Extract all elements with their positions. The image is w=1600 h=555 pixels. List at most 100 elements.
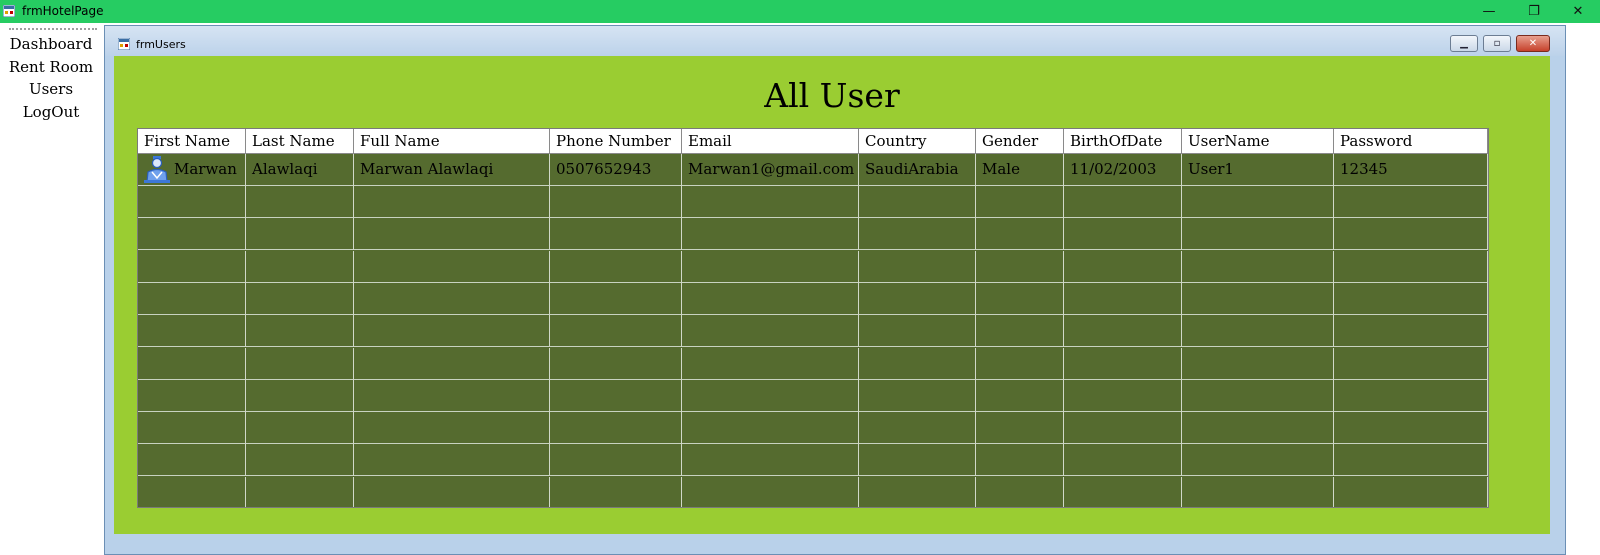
empty-cell[interactable] <box>138 444 246 477</box>
empty-cell[interactable] <box>138 476 246 507</box>
empty-cell[interactable] <box>1182 347 1334 380</box>
users-data-grid[interactable]: First Name Last Name Full Name Phone Num… <box>137 128 1489 508</box>
empty-cell[interactable] <box>682 476 859 507</box>
app-restore-button[interactable]: ❐ <box>1512 0 1556 23</box>
empty-cell[interactable] <box>550 412 682 445</box>
empty-cell[interactable] <box>1064 218 1182 251</box>
empty-cell[interactable] <box>246 250 354 283</box>
empty-cell[interactable] <box>976 412 1064 445</box>
empty-cell[interactable] <box>1064 347 1182 380</box>
empty-cell[interactable] <box>1334 186 1488 218</box>
empty-cell[interactable] <box>246 412 354 445</box>
empty-cell[interactable] <box>1064 379 1182 412</box>
empty-cell[interactable] <box>1064 412 1182 445</box>
empty-cell[interactable] <box>246 379 354 412</box>
child-maximize-button[interactable]: ▫ <box>1483 35 1511 52</box>
empty-cell[interactable] <box>354 347 550 380</box>
child-close-button[interactable]: ✕ <box>1516 35 1550 52</box>
empty-cell[interactable] <box>682 218 859 251</box>
empty-cell[interactable] <box>1182 218 1334 251</box>
empty-cell[interactable] <box>1334 282 1488 315</box>
empty-cell[interactable] <box>1064 186 1182 218</box>
column-header-phone-number[interactable]: Phone Number <box>550 129 682 154</box>
empty-cell[interactable] <box>859 412 976 445</box>
empty-cell[interactable] <box>976 218 1064 251</box>
empty-cell[interactable] <box>682 412 859 445</box>
empty-cell[interactable] <box>1334 347 1488 380</box>
empty-cell[interactable] <box>1182 476 1334 507</box>
empty-cell[interactable] <box>246 282 354 315</box>
table-row-empty[interactable] <box>138 250 1488 283</box>
table-row-empty[interactable] <box>138 315 1488 348</box>
empty-cell[interactable] <box>1064 282 1182 315</box>
empty-cell[interactable] <box>1064 476 1182 507</box>
empty-cell[interactable] <box>859 218 976 251</box>
column-header-full-name[interactable]: Full Name <box>354 129 550 154</box>
empty-cell[interactable] <box>246 218 354 251</box>
empty-cell[interactable] <box>859 476 976 507</box>
cell-gender[interactable]: Male <box>976 154 1064 186</box>
empty-cell[interactable] <box>1182 315 1334 348</box>
empty-cell[interactable] <box>1334 412 1488 445</box>
empty-cell[interactable] <box>550 379 682 412</box>
empty-cell[interactable] <box>1182 412 1334 445</box>
empty-cell[interactable] <box>976 476 1064 507</box>
menu-item-users[interactable]: Users <box>0 80 102 98</box>
column-header-first-name[interactable]: First Name <box>138 129 246 154</box>
cell-username[interactable]: User1 <box>1182 154 1334 186</box>
column-header-country[interactable]: Country <box>859 129 976 154</box>
empty-cell[interactable] <box>1334 250 1488 283</box>
empty-cell[interactable] <box>859 250 976 283</box>
table-row-empty[interactable] <box>138 379 1488 412</box>
cell-password[interactable]: 12345 <box>1334 154 1488 186</box>
empty-cell[interactable] <box>246 347 354 380</box>
empty-cell[interactable] <box>682 315 859 348</box>
menu-item-dashboard[interactable]: Dashboard <box>0 35 102 53</box>
empty-cell[interactable] <box>550 186 682 218</box>
users-window-titlebar[interactable]: frmUsers ▁ ▫ ✕ <box>105 26 1565 56</box>
empty-cell[interactable] <box>550 315 682 348</box>
empty-cell[interactable] <box>859 444 976 477</box>
empty-cell[interactable] <box>976 250 1064 283</box>
table-row-empty[interactable] <box>138 347 1488 380</box>
empty-cell[interactable] <box>682 250 859 283</box>
app-close-button[interactable]: ✕ <box>1556 0 1600 23</box>
empty-cell[interactable] <box>1182 282 1334 315</box>
empty-cell[interactable] <box>682 186 859 218</box>
column-header-username[interactable]: UserName <box>1182 129 1334 154</box>
empty-cell[interactable] <box>682 347 859 380</box>
cell-first-name[interactable]: Marwan <box>138 154 246 186</box>
empty-cell[interactable] <box>354 250 550 283</box>
column-header-email[interactable]: Email <box>682 129 859 154</box>
cell-country[interactable]: SaudiArabia <box>859 154 976 186</box>
empty-cell[interactable] <box>1064 444 1182 477</box>
table-row-empty[interactable] <box>138 282 1488 315</box>
empty-cell[interactable] <box>976 444 1064 477</box>
empty-cell[interactable] <box>354 412 550 445</box>
empty-cell[interactable] <box>859 186 976 218</box>
cell-birth-of-date[interactable]: 11/02/2003 <box>1064 154 1182 186</box>
empty-cell[interactable] <box>1182 379 1334 412</box>
table-row-empty[interactable] <box>138 218 1488 251</box>
empty-cell[interactable] <box>682 379 859 412</box>
empty-cell[interactable] <box>354 379 550 412</box>
cell-full-name[interactable]: Marwan Alawlaqi <box>354 154 550 186</box>
empty-cell[interactable] <box>1334 379 1488 412</box>
empty-cell[interactable] <box>976 282 1064 315</box>
table-row-empty[interactable] <box>138 412 1488 445</box>
empty-cell[interactable] <box>1334 444 1488 477</box>
column-header-last-name[interactable]: Last Name <box>246 129 354 154</box>
empty-cell[interactable] <box>1334 476 1488 507</box>
empty-cell[interactable] <box>1334 315 1488 348</box>
empty-cell[interactable] <box>138 250 246 283</box>
table-row-empty[interactable] <box>138 444 1488 477</box>
menu-item-logout[interactable]: LogOut <box>0 103 102 121</box>
empty-cell[interactable] <box>859 379 976 412</box>
empty-cell[interactable] <box>246 186 354 218</box>
empty-cell[interactable] <box>138 412 246 445</box>
empty-cell[interactable] <box>976 315 1064 348</box>
empty-cell[interactable] <box>138 379 246 412</box>
empty-cell[interactable] <box>1182 444 1334 477</box>
empty-cell[interactable] <box>138 347 246 380</box>
empty-cell[interactable] <box>246 444 354 477</box>
